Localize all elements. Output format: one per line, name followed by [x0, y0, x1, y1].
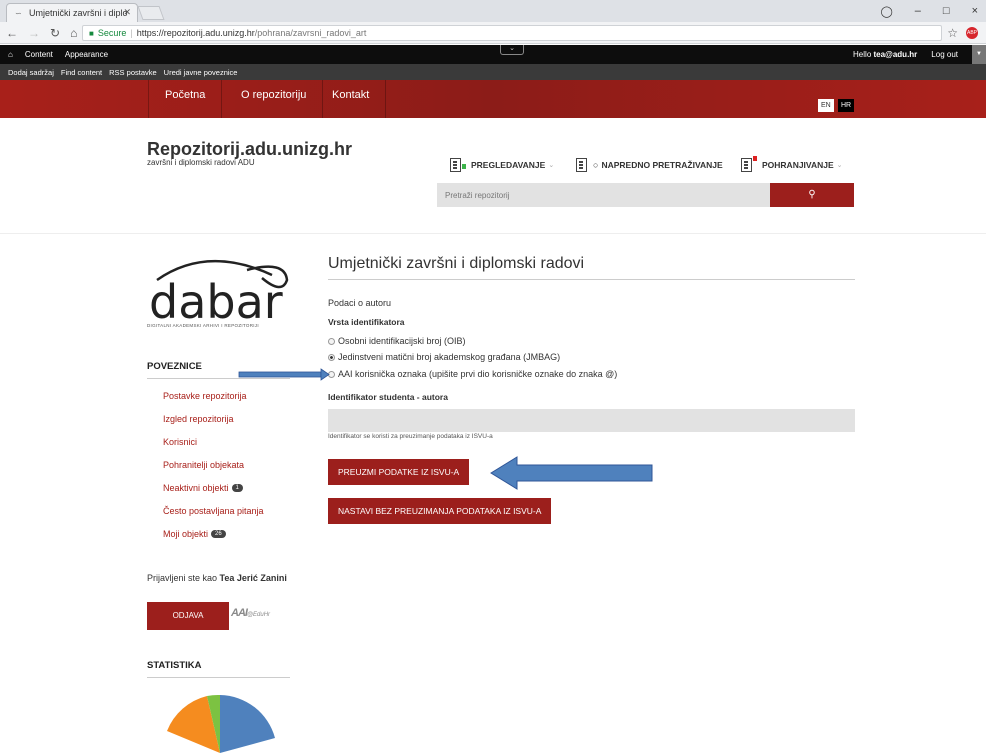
page-title: Umjetnički završni i diplomski radovi [328, 255, 855, 280]
sidebar-link-inactive-objects[interactable]: Neaktivni objekti 1 [163, 483, 243, 493]
site-title[interactable]: Repozitorij.adu.unizg.hr [147, 139, 352, 160]
count-badge: 1 [231, 484, 243, 492]
url-host: https://repozitorij.adu.unizg.hr [136, 28, 255, 38]
secure-label: Secure [97, 28, 127, 38]
radio-aai[interactable]: AAI korisnička oznaka (upišite prvi dio … [328, 369, 617, 379]
shortcut-find-content[interactable]: Find content [61, 68, 102, 77]
address-bar[interactable]: ■ Secure | https://repozitorij.adu.unizg… [82, 25, 942, 41]
window-controls: ◯ – □ × [880, 0, 986, 22]
menu-advanced-search[interactable]: ○ NAPREDNO PRETRAŽIVANJE [576, 158, 723, 172]
browse-doc-icon [450, 158, 466, 172]
logged-in-user: Tea Jerić Zanini [219, 573, 287, 583]
deposit-doc-icon [741, 156, 757, 172]
admin-menu-toggle[interactable]: ▼ [972, 45, 986, 64]
close-icon[interactable]: ✕ [123, 7, 131, 18]
stats-heading: STATISTIKA [147, 660, 290, 678]
admin-menu-content[interactable]: Content [25, 50, 53, 59]
count-badge: 26 [211, 530, 226, 538]
minimize-button[interactable]: – [915, 5, 921, 17]
radio-jmbag[interactable]: Jedinstveni matični broj akademskog građ… [328, 352, 560, 362]
continue-without-isvu-button[interactable]: NASTAVI BEZ PREUZIMANJA PODATAKA IZ ISVU… [328, 498, 552, 524]
tab-title: Umjetnički završni i diplo [29, 8, 128, 18]
header-divider [0, 233, 986, 234]
site-favicon-icon: ∽ [15, 9, 22, 18]
account-icon[interactable]: ◯ [880, 5, 892, 18]
radio-button[interactable] [328, 337, 335, 345]
home-icon[interactable]: ⌂ [70, 26, 77, 40]
shortcut-rss[interactable]: RSS postavke [109, 68, 157, 77]
arrow-left-annotation [490, 456, 653, 490]
student-id-input[interactable] [328, 409, 855, 432]
sidebar-link-faq[interactable]: Često postavljana pitanja [163, 506, 264, 516]
new-tab-button[interactable] [137, 6, 165, 20]
admin-logout-link[interactable]: Log out [931, 50, 958, 59]
student-id-label: Identifikator studenta - autora [328, 392, 448, 402]
url-path: /pohrana/zavrsni_radovi_art [254, 28, 367, 38]
sidebar-link-users[interactable]: Korisnici [163, 437, 197, 447]
dabar-logo: dabar [149, 260, 289, 329]
id-type-label: Vrsta identifikatora [328, 317, 405, 327]
section-label: Podaci o autoru [328, 298, 392, 308]
back-icon[interactable]: ← [6, 26, 18, 40]
nav-contact[interactable]: Kontakt [316, 80, 387, 118]
lang-en[interactable]: EN [818, 99, 834, 112]
search-button[interactable]: ⚲ [770, 183, 854, 207]
search-icon: ○ [593, 160, 599, 170]
admin-menu-appearance[interactable]: Appearance [65, 50, 108, 59]
chevron-down-icon[interactable]: ⌄ [500, 45, 524, 55]
links-heading: POVEZNICE [147, 361, 290, 379]
adblock-extension-icon[interactable]: ABP [966, 27, 978, 39]
sidebar-link-my-objects[interactable]: Moji objekti 26 [163, 529, 226, 539]
admin-toolbar: ⌂ Content Appearance ⌄ Hello tea@adu.hr … [0, 45, 986, 64]
search-icon: ⚲ [808, 189, 816, 200]
star-icon[interactable]: ☆ [947, 26, 958, 40]
browser-tab[interactable]: ∽ Umjetnički završni i diplo ✕ [6, 3, 138, 22]
maximize-button[interactable]: □ [943, 5, 950, 17]
close-window-button[interactable]: × [972, 5, 978, 17]
search-input[interactable]: Pretraži repozitorij [437, 183, 770, 207]
logged-in-info: Prijavljeni ste kao Tea Jerić Zanini [147, 573, 287, 583]
logo-text: dabar [149, 275, 283, 329]
lang-hr[interactable]: HR [838, 99, 855, 112]
menu-browse[interactable]: PREGLEDAVANJE ⌄ [450, 158, 554, 172]
lock-icon: ■ [89, 28, 94, 38]
help-text: Identifikator se koristi za preuzimanje … [328, 433, 493, 440]
radio-button[interactable] [328, 370, 335, 378]
menu-deposit[interactable]: POHRANJIVANJE ⌄ [741, 156, 843, 172]
shortcut-edit-links[interactable]: Uredi javne poveznice [164, 68, 238, 77]
chevron-down-icon: ⌄ [836, 162, 843, 169]
site-subtitle: završni i diplomski radovi ADU [147, 158, 255, 167]
sidebar-link-repo-appearance[interactable]: Izgled repozitorija [163, 414, 234, 424]
browser-tabbar: ∽ Umjetnički završni i diplo ✕ ◯ – □ × [0, 0, 986, 22]
sidebar-link-depositors[interactable]: Pohranitelji objekata [163, 460, 244, 470]
logo-caption: DIGITALNI AKADEMSKI ARHIVI I REPOZITORIJ… [147, 323, 259, 328]
nav-about[interactable]: O repozitoriju [225, 80, 324, 118]
admin-greeting: Hello tea@adu.hr [853, 50, 918, 59]
reload-icon[interactable]: ↻ [50, 26, 60, 40]
admin-home-icon[interactable]: ⌂ [8, 50, 13, 59]
radio-button[interactable] [328, 353, 335, 361]
shortcut-add-content[interactable]: Dodaj sadržaj [8, 68, 54, 77]
logout-button[interactable]: ODJAVA [147, 602, 229, 630]
radio-oib[interactable]: Osobni identifikacijski broj (OIB) [328, 336, 466, 346]
pie-slice [220, 695, 275, 753]
nav-home[interactable]: Početna [148, 80, 223, 118]
browser-toolbar: ← → ↻ ⌂ ■ Secure | https://repozitorij.a… [0, 22, 986, 44]
aai-logo: AAI@EduHr [231, 607, 271, 619]
chevron-down-icon: ⌄ [548, 162, 555, 169]
forward-icon[interactable]: → [28, 26, 40, 40]
advanced-search-doc-icon [576, 158, 587, 172]
shortcuts-bar: Dodaj sadržaj Find content RSS postavke … [0, 64, 986, 80]
sidebar-link-repo-settings[interactable]: Postavke repozitorija [163, 391, 247, 401]
fetch-isvu-button[interactable]: PREUZMI PODATKE IZ ISVU-A [328, 459, 470, 485]
stats-pie-chart [167, 694, 275, 753]
